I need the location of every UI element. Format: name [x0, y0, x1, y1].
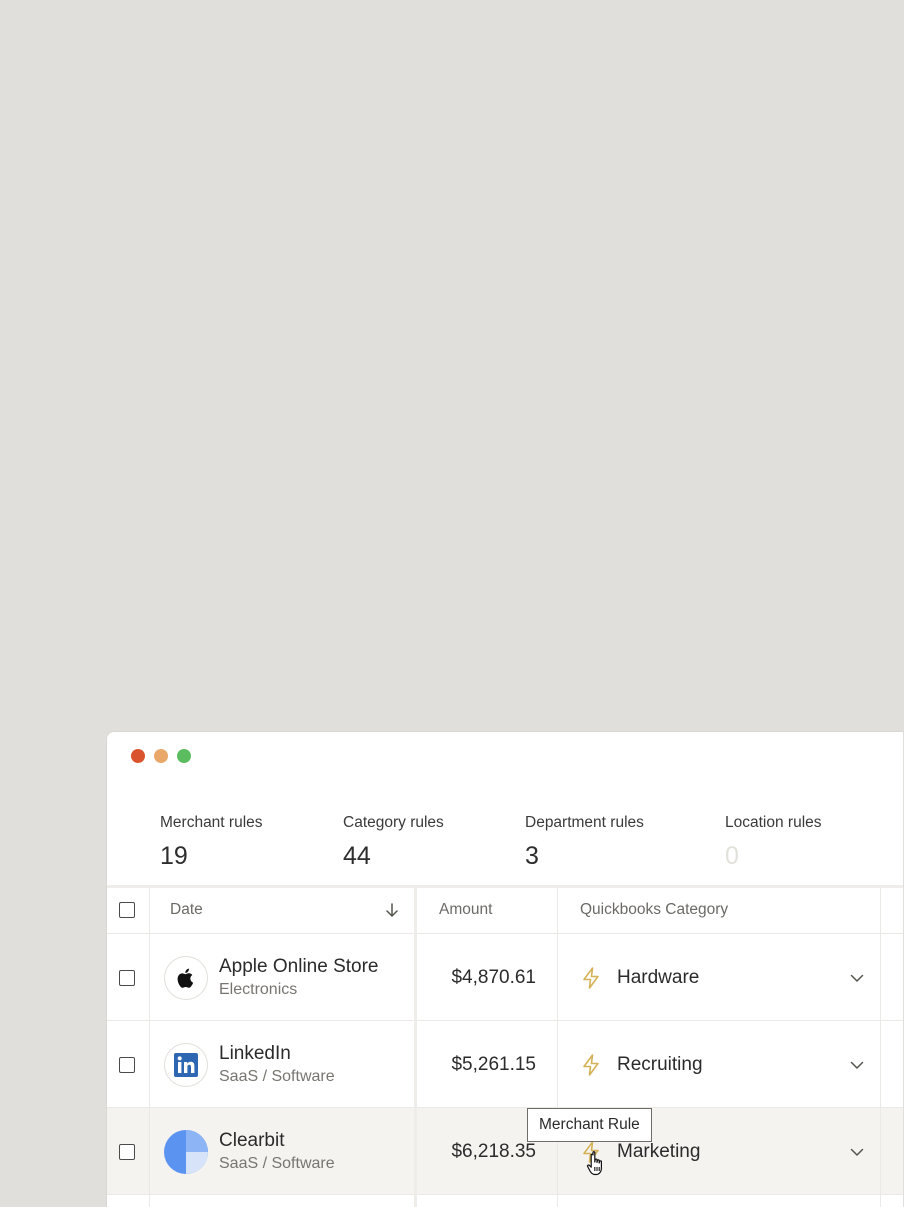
table-row[interactable]: Clearbit SaaS / Software $6,218.35 Marke…	[107, 1108, 903, 1195]
stat-label: Merchant rules	[160, 814, 263, 831]
merchant-cell: Clearbit SaaS / Software	[164, 1108, 335, 1195]
arrow-down-icon[interactable]	[384, 902, 400, 918]
stat-label: Location rules	[725, 814, 822, 831]
category-value: Marketing	[617, 1140, 701, 1162]
chevron-down-icon[interactable]	[849, 1057, 865, 1073]
clearbit-logo-icon	[164, 1129, 208, 1174]
merchant-subcategory: SaaS / Software	[219, 1154, 335, 1172]
amount-cell: $4,870.61	[417, 934, 536, 1021]
select-all-checkbox[interactable]	[119, 902, 135, 918]
row-checkbox[interactable]	[119, 1056, 135, 1073]
stat-value: 19	[160, 842, 188, 870]
row-checkbox[interactable]	[119, 969, 135, 986]
merchant-cell: LinkedIn SaaS / Software	[164, 1021, 335, 1108]
column-header-label: Quickbooks Category	[580, 901, 729, 918]
stat-merchant-rules: Merchant rules 19	[160, 814, 263, 870]
stat-label: Category rules	[343, 814, 444, 831]
column-header-label: Date	[170, 901, 203, 918]
stat-value: 0	[725, 842, 739, 870]
table-row[interactable]: LinkedIn SaaS / Software $5,261.15 Recru…	[107, 1021, 903, 1108]
column-header-amount[interactable]: Amount	[439, 887, 492, 933]
table-row[interactable]: Apple Online Store Electronics $4,870.61…	[107, 934, 903, 1021]
hand-pointer-icon	[586, 1151, 602, 1176]
close-window-button[interactable]	[131, 749, 145, 763]
category-value: Hardware	[617, 966, 700, 988]
merchant-cell: Apple Online Store Electronics	[164, 934, 379, 1021]
merchant-name: LinkedIn	[219, 1042, 291, 1064]
amount-value: $5,261.15	[451, 1053, 536, 1075]
maximize-window-button[interactable]	[177, 749, 191, 763]
minimize-window-button[interactable]	[154, 749, 168, 763]
window-controls	[131, 749, 191, 763]
rules-summary: Merchant rules 19 Category rules 44 Depa…	[107, 814, 903, 884]
stat-category-rules: Category rules 44	[343, 814, 444, 870]
stat-department-rules: Department rules 3	[525, 814, 644, 870]
lightning-bolt-icon	[583, 1053, 599, 1076]
merchant-name: Clearbit	[219, 1129, 285, 1151]
stat-value: 3	[525, 842, 539, 870]
apple-logo-icon	[164, 955, 208, 1000]
merchant-name: Apple Online Store	[219, 955, 379, 977]
row-select-cell	[119, 1108, 135, 1195]
column-header-category[interactable]: Quickbooks Category	[580, 887, 728, 933]
amount-cell: $5,261.15	[417, 1021, 536, 1108]
amount-cell: $6,218.35	[417, 1108, 536, 1195]
lightning-bolt-icon	[583, 966, 599, 989]
row-select-cell	[119, 934, 135, 1021]
app-window: Merchant rules 19 Category rules 44 Depa…	[106, 731, 903, 1207]
column-header-date[interactable]: Date	[170, 887, 400, 933]
merchant-subcategory: SaaS / Software	[219, 1067, 335, 1085]
amount-value: $4,870.61	[451, 966, 536, 988]
stat-label: Department rules	[525, 814, 644, 831]
merchant-subcategory: Electronics	[219, 980, 298, 998]
stat-value: 44	[343, 842, 371, 870]
chevron-down-icon[interactable]	[849, 1144, 865, 1160]
linkedin-logo-icon	[164, 1042, 208, 1087]
stat-location-rules: Location rules 0	[725, 814, 822, 870]
row-checkbox[interactable]	[119, 1143, 135, 1160]
amount-value: $6,218.35	[451, 1140, 536, 1162]
column-header-label: Amount	[439, 901, 493, 918]
chevron-down-icon[interactable]	[849, 970, 865, 986]
category-value: Recruiting	[617, 1053, 703, 1075]
select-all-cell	[119, 887, 135, 933]
category-cell[interactable]: Hardware	[580, 934, 865, 1021]
category-cell[interactable]: Recruiting	[580, 1021, 865, 1108]
row-select-cell	[119, 1021, 135, 1108]
merchant-rule-tooltip: Merchant Rule	[527, 1108, 652, 1142]
